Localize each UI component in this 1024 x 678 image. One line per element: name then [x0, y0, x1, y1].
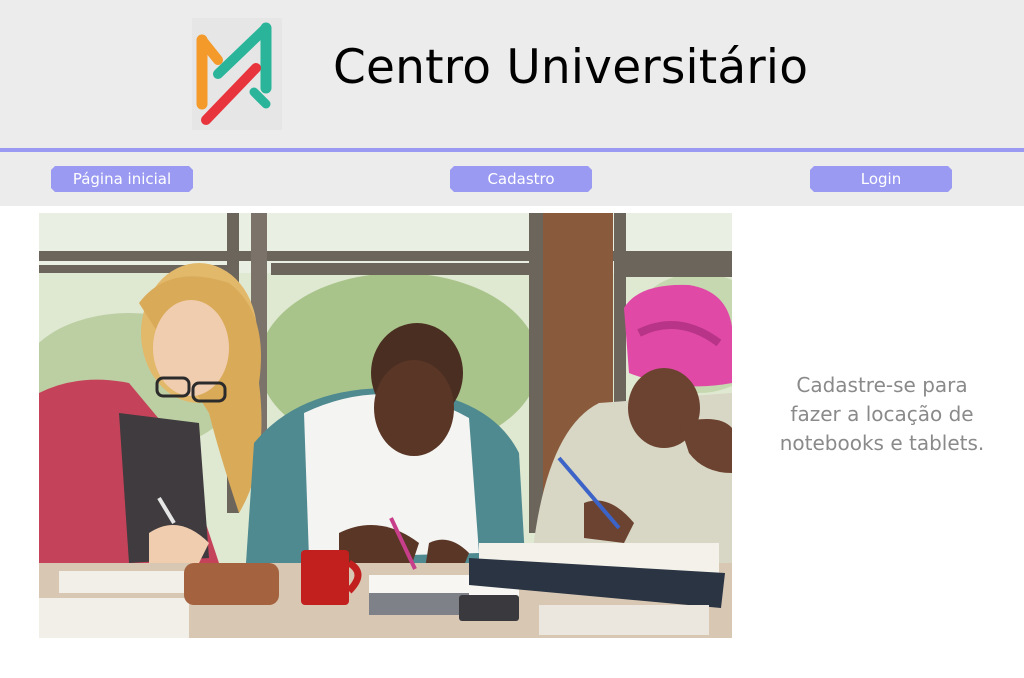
nav-login-button[interactable]: Login	[810, 166, 952, 192]
nav-signup-button[interactable]: Cadastro	[450, 166, 592, 192]
nav-home-button[interactable]: Página inicial	[51, 166, 193, 192]
university-logo-icon[interactable]	[192, 18, 282, 130]
signup-promo-text: Cadastre-se para fazer a locação de note…	[779, 373, 985, 455]
page: Centro Universitário Página inicial Cada…	[0, 0, 1024, 678]
nav-bar: Página inicial Cadastro Login	[0, 152, 1024, 206]
header: Centro Universitário	[0, 0, 1024, 148]
students-photo	[39, 213, 732, 638]
site-title: Centro Universitário	[333, 40, 809, 95]
